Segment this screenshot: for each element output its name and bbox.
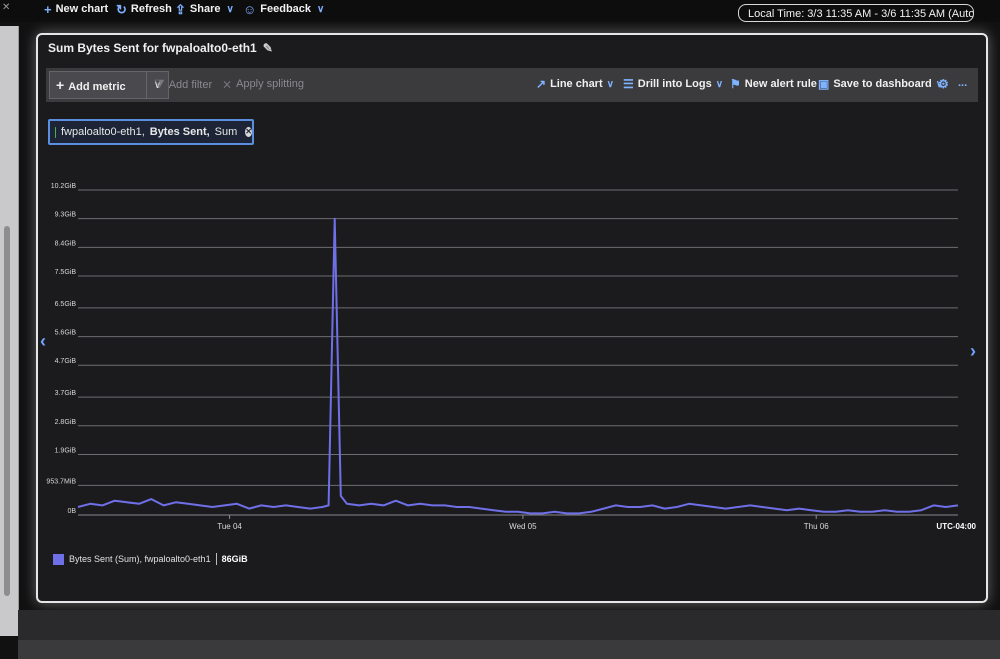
y-tick-label: 953.7MiB — [46, 478, 76, 485]
save-to-dashboard-label: Save to dashboard — [833, 78, 932, 90]
line-chart-label: Line chart — [550, 78, 603, 90]
add-filter-label: Add filter — [168, 78, 213, 91]
add-metric-label: Add metric — [68, 81, 126, 93]
y-tick-label: 1.9GiB — [55, 447, 77, 454]
line-chart: 10.2GiB 9.3GiB 8.4GiB 7.5GiB 6.5GiB 5.6GiB 4.7… — [46, 183, 976, 531]
y-tick-label: 0B — [67, 508, 76, 515]
metric-pill-resource: fwpaloalto0-eth1, — [60, 126, 145, 138]
filter-icon: ⧩ — [154, 77, 165, 91]
y-tick-label: 10.2GiB — [51, 183, 77, 190]
metric-pill-aggregation: Sum — [214, 126, 238, 138]
smiley-icon: ☺ — [243, 1, 257, 17]
split-icon: ⨯ — [222, 77, 233, 91]
close-icon[interactable]: ✕ — [2, 2, 10, 13]
share-icon: ⇪ — [175, 1, 186, 17]
metric-pill-metric: Bytes Sent, — [149, 126, 210, 138]
time-range-picker[interactable]: Local Time: 3/3 11:35 AM - 3/6 11:35 AM … — [738, 4, 974, 22]
y-tick-label: 3.7GiB — [55, 390, 77, 397]
chevron-down-icon: ∨ — [715, 78, 724, 90]
y-tick-label: 2.8GiB — [55, 419, 77, 426]
legend-label: Bytes Sent (Sum), fwpaloalto0-eth1 — [69, 554, 211, 564]
line-chart-icon: ↗ — [536, 77, 547, 91]
remove-metric-icon[interactable]: ✕ — [245, 127, 252, 137]
scrollbar[interactable] — [4, 226, 10, 596]
resource-icon — [55, 126, 56, 138]
timezone-label: UTC-04:00 — [936, 522, 976, 531]
more-options-button[interactable]: ... — [958, 77, 967, 89]
chart-toolbar: + Add metric ∨ ⧩ Add filter ⨯ Apply split… — [46, 68, 978, 102]
new-chart-label: New chart — [55, 3, 109, 15]
share-label: Share — [189, 3, 221, 15]
settings-button[interactable]: ⚙ — [938, 77, 949, 91]
y-tick-label: 4.7GiB — [55, 358, 77, 365]
y-tick-label: 9.3GiB — [55, 212, 77, 219]
chart-legend: Bytes Sent (Sum), fwpaloalto0-eth1 86GiB — [53, 553, 248, 565]
logs-icon: ☰ — [623, 77, 634, 91]
metric-pill[interactable]: fwpaloalto0-eth1, Bytes Sent, Sum ✕ — [48, 119, 254, 145]
apply-splitting-button[interactable]: ⨯ Apply splitting — [222, 77, 304, 91]
chart-title: Sum Bytes Sent for fwpaloalto0-eth1 ✎ — [48, 41, 273, 55]
legend-value: 86GiB — [221, 554, 248, 564]
new-alert-rule-label: New alert rule — [744, 78, 817, 90]
x-tick-label: Wed 05 — [509, 522, 537, 531]
save-icon: ▣ — [818, 77, 830, 91]
bottom-band — [18, 610, 1000, 659]
refresh-label: Refresh — [130, 3, 172, 15]
line-chart-button[interactable]: ↗ Line chart ∨ — [536, 77, 614, 91]
chevron-down-icon: ∨ — [606, 78, 614, 90]
pencil-icon[interactable]: ✎ — [263, 41, 273, 55]
command-bar: + New chart ↻ Refresh ⇪ Share ∨ ☺ Feedba… — [0, 0, 1000, 22]
plus-icon: + — [56, 77, 65, 93]
new-alert-rule-button[interactable]: ⚑ New alert rule — [730, 77, 817, 91]
y-tick-label: 8.4GiB — [55, 240, 77, 247]
chevron-down-icon: ∨ — [226, 3, 234, 15]
gear-icon: ⚙ — [938, 77, 949, 91]
legend-swatch — [53, 553, 64, 565]
y-tick-label: 5.6GiB — [55, 330, 77, 337]
drill-into-logs-button[interactable]: ☰ Drill into Logs ∨ — [623, 77, 723, 91]
left-sidebar-edge — [0, 26, 19, 636]
bottom-strip — [18, 640, 1000, 659]
new-chart-button[interactable]: + New chart — [44, 1, 108, 17]
save-to-dashboard-button[interactable]: ▣ Save to dashboard ∨ — [818, 77, 943, 91]
chart-title-text: Sum Bytes Sent for fwpaloalto0-eth1 — [48, 41, 257, 55]
x-tick-label: Tue 04 — [217, 522, 242, 531]
apply-splitting-label: Apply splitting — [236, 78, 304, 90]
share-button[interactable]: ⇪ Share ∨ — [175, 1, 234, 17]
y-tick-label: 7.5GiB — [55, 269, 77, 276]
refresh-button[interactable]: ↻ Refresh — [116, 1, 172, 17]
chevron-down-icon: ∨ — [317, 3, 325, 15]
refresh-icon: ↻ — [116, 1, 127, 17]
y-tick-label: 6.5GiB — [55, 301, 77, 308]
bell-icon: ⚑ — [730, 77, 741, 91]
add-filter-button[interactable]: ⧩ Add filter — [154, 77, 212, 92]
drill-into-logs-label: Drill into Logs — [637, 78, 712, 90]
screen: + New chart ↻ Refresh ⇪ Share ∨ ☺ Feedba… — [0, 0, 1000, 659]
feedback-button[interactable]: ☺ Feedback ∨ — [243, 1, 324, 17]
legend-divider — [215, 553, 217, 565]
series-line — [77, 217, 959, 515]
chart-card: Sum Bytes Sent for fwpaloalto0-eth1 ✎ + A… — [36, 33, 988, 603]
plus-icon: + — [44, 1, 52, 17]
feedback-label: Feedback — [260, 3, 312, 15]
x-tick-label: Thu 06 — [804, 522, 829, 531]
add-metric-button[interactable]: + Add metric — [49, 71, 147, 99]
